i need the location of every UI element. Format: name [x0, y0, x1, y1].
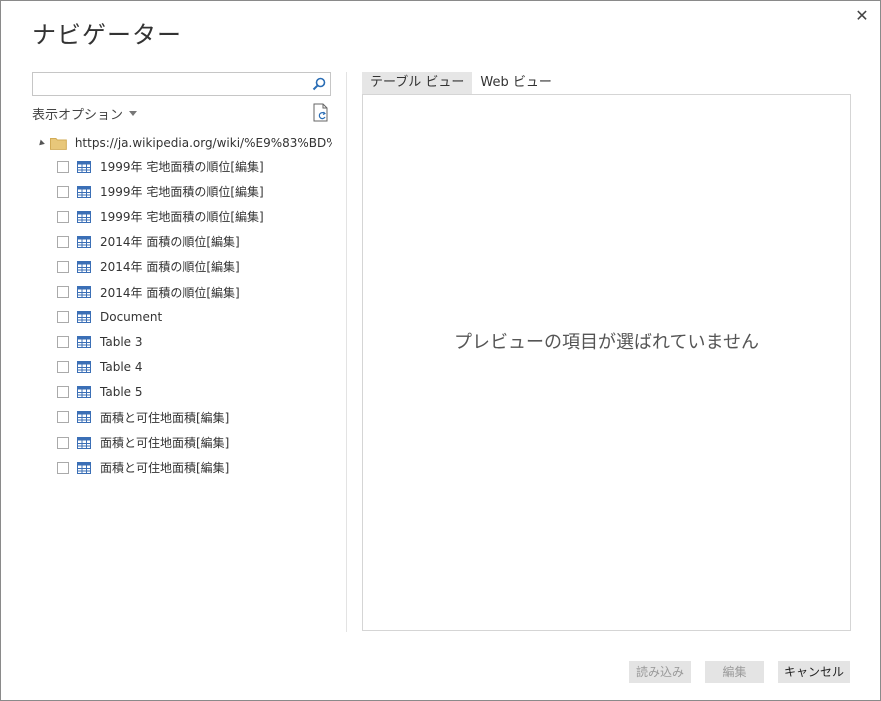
table-icon	[77, 436, 91, 449]
tree-item[interactable]: 面積と可住地面積[編集]	[32, 405, 332, 430]
view-tabs: テーブル ビュー Web ビュー	[362, 72, 560, 94]
table-icon	[77, 185, 91, 198]
item-checkbox[interactable]	[57, 411, 69, 424]
search-field[interactable]	[32, 72, 331, 96]
tree-item[interactable]: 2014年 面積の順位[編集]	[32, 254, 332, 279]
collapse-arrow-icon[interactable]	[37, 139, 45, 147]
tree-item[interactable]: 1999年 宅地面積の順位[編集]	[32, 179, 332, 204]
item-checkbox[interactable]	[57, 185, 69, 198]
tree-item-label: Table 5	[100, 385, 143, 400]
tree-item[interactable]: 1999年 宅地面積の順位[編集]	[32, 154, 332, 179]
tree-item-label: 1999年 宅地面積の順位[編集]	[100, 160, 264, 175]
tree-item-label: 2014年 面積の順位[編集]	[100, 285, 240, 300]
table-icon	[77, 260, 91, 273]
table-icon	[77, 336, 91, 349]
refresh-document-icon[interactable]	[312, 103, 330, 123]
tree-item-label: 面積と可住地面積[編集]	[100, 410, 230, 425]
item-checkbox[interactable]	[57, 361, 69, 374]
tree-item-label: Table 3	[100, 335, 143, 350]
table-icon	[77, 210, 91, 223]
edit-button[interactable]: 編集	[705, 661, 764, 683]
tree-item-label: 1999年 宅地面積の順位[編集]	[100, 185, 264, 200]
search-input[interactable]	[33, 74, 311, 94]
load-button[interactable]: 読み込み	[629, 661, 691, 683]
item-checkbox[interactable]	[57, 311, 69, 324]
item-checkbox[interactable]	[57, 286, 69, 299]
tree-item[interactable]: Table 4	[32, 355, 332, 380]
tree-root-node[interactable]: https://ja.wikipedia.org/wiki/%E9%83%BD%…	[32, 132, 332, 154]
display-options-dropdown[interactable]: 表示オプション	[32, 104, 138, 123]
table-icon	[77, 411, 91, 424]
navigator-dialog: ✕ ナビゲーター 表示オプション https://ja.wikipedia.or…	[0, 0, 881, 701]
item-checkbox[interactable]	[57, 386, 69, 399]
navigator-tree: https://ja.wikipedia.org/wiki/%E9%83%BD%…	[32, 132, 332, 480]
item-checkbox[interactable]	[57, 160, 69, 173]
folder-icon	[50, 137, 67, 150]
item-checkbox[interactable]	[57, 436, 69, 449]
tree-item-label: 2014年 面積の順位[編集]	[100, 260, 240, 275]
tree-item-label: 2014年 面積の順位[編集]	[100, 235, 240, 250]
tree-item-label: Document	[100, 310, 163, 325]
chevron-down-icon	[129, 111, 138, 116]
table-icon	[77, 235, 91, 248]
display-options-label: 表示オプション	[32, 108, 124, 123]
tree-item-label: 面積と可住地面積[編集]	[100, 436, 230, 451]
table-icon	[77, 461, 91, 474]
table-icon	[77, 386, 91, 399]
table-icon	[77, 361, 91, 374]
close-button[interactable]: ✕	[852, 6, 872, 26]
tree-item-label: Table 4	[100, 360, 143, 375]
table-icon	[77, 160, 91, 173]
pane-splitter[interactable]	[346, 72, 347, 632]
preview-empty-message: プレビューの項目が選ばれていません	[454, 332, 759, 353]
tree-item-label: 面積と可住地面積[編集]	[100, 461, 230, 476]
tree-item[interactable]: 2014年 面積の順位[編集]	[32, 229, 332, 254]
table-icon	[77, 311, 91, 324]
table-icon	[77, 286, 91, 299]
tree-item[interactable]: 2014年 面積の順位[編集]	[32, 279, 332, 304]
tree-item[interactable]: 面積と可住地面積[編集]	[32, 430, 332, 455]
tab-web-view[interactable]: Web ビュー	[472, 72, 559, 94]
tree-item[interactable]: Table 3	[32, 330, 332, 355]
item-checkbox[interactable]	[57, 210, 69, 223]
tab-table-view[interactable]: テーブル ビュー	[362, 72, 473, 94]
cancel-button[interactable]: キャンセル	[778, 661, 850, 683]
tree-item-label: 1999年 宅地面積の順位[編集]	[100, 210, 264, 225]
item-checkbox[interactable]	[57, 260, 69, 273]
tree-item[interactable]: Document	[32, 305, 332, 330]
search-icon[interactable]	[311, 76, 327, 92]
close-icon[interactable]: ✕	[855, 6, 868, 25]
dialog-title: ナビゲーター	[32, 21, 182, 49]
item-checkbox[interactable]	[57, 461, 69, 474]
tree-item[interactable]: 1999年 宅地面積の順位[編集]	[32, 204, 332, 229]
item-checkbox[interactable]	[57, 235, 69, 248]
item-checkbox[interactable]	[57, 336, 69, 349]
tree-item[interactable]: 面積と可住地面積[編集]	[32, 455, 332, 480]
tree-root-url: https://ja.wikipedia.org/wiki/%E9%83%BD%…	[74, 136, 332, 150]
preview-pane: プレビューの項目が選ばれていません	[362, 94, 851, 631]
tree-item[interactable]: Table 5	[32, 380, 332, 405]
